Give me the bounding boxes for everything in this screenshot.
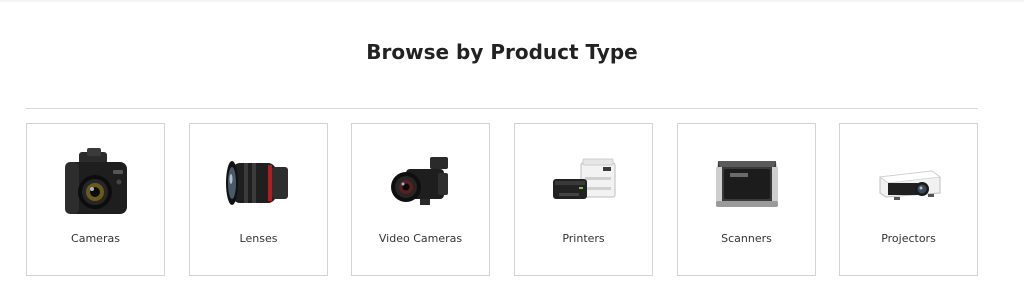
video-camera-icon xyxy=(352,146,489,220)
top-strip xyxy=(0,0,1024,2)
product-tile-scanners[interactable]: Scanners xyxy=(677,123,816,276)
printer-icon xyxy=(515,146,652,220)
scanner-icon xyxy=(678,146,815,220)
product-tile-projectors[interactable]: Projectors xyxy=(839,123,978,276)
camera-icon xyxy=(27,146,164,220)
divider xyxy=(26,108,978,109)
product-type-grid: Cameras Lenses Video Cameras Printers Sc… xyxy=(26,123,978,276)
product-tile-printers[interactable]: Printers xyxy=(514,123,653,276)
product-label: Scanners xyxy=(721,232,772,245)
product-label: Printers xyxy=(562,232,605,245)
section-title: Browse by Product Type xyxy=(366,40,638,64)
lens-icon xyxy=(190,146,327,220)
product-tile-lenses[interactable]: Lenses xyxy=(189,123,328,276)
projector-icon xyxy=(840,146,977,220)
product-label: Lenses xyxy=(239,232,278,245)
product-tile-cameras[interactable]: Cameras xyxy=(26,123,165,276)
product-tile-video-cameras[interactable]: Video Cameras xyxy=(351,123,490,276)
product-label: Video Cameras xyxy=(378,232,463,245)
product-label: Projectors xyxy=(881,232,936,245)
product-label: Cameras xyxy=(71,232,120,245)
browse-by-product-type-section: Browse by Product Type Cameras Lenses Vi… xyxy=(0,0,1024,292)
